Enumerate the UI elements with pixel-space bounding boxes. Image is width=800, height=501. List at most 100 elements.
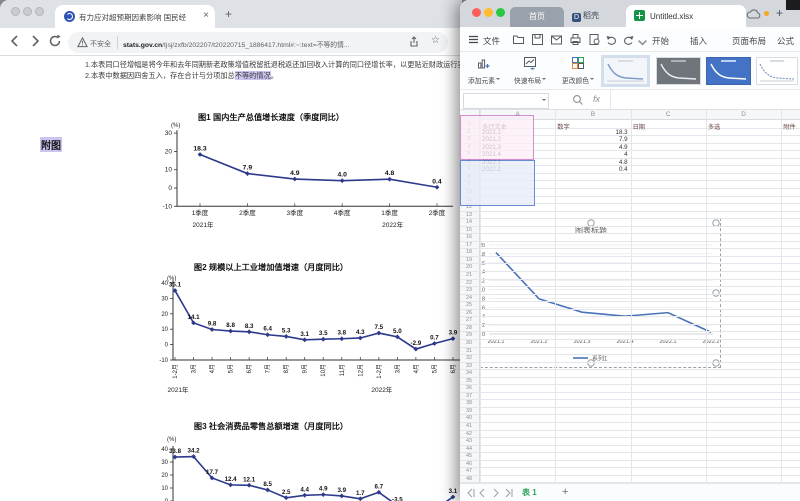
row-header-21[interactable]: 21	[460, 272, 478, 278]
menu-insert[interactable]: 插入	[690, 35, 707, 47]
row-header-34[interactable]: 34	[460, 370, 478, 376]
sheet-nav-buttons[interactable]	[466, 488, 516, 498]
hamburger-menu-icon[interactable]	[467, 33, 480, 46]
wps-docer-tab[interactable]: D 稻壳	[572, 10, 599, 27]
header-cell[interactable]: 附件	[783, 122, 800, 131]
row-header-48[interactable]: 48	[460, 476, 478, 482]
chart-style-1-selected[interactable]	[601, 55, 650, 87]
menu-formulas[interactable]: 公式	[777, 35, 794, 47]
row-header-32[interactable]: 32	[460, 355, 478, 361]
print-preview-icon[interactable]	[588, 33, 601, 46]
open-folder-icon[interactable]	[512, 33, 525, 46]
add-element-button[interactable]: 添加元素	[462, 55, 506, 87]
new-tab-button[interactable]: +	[225, 7, 232, 21]
grid-cell[interactable]: 4	[555, 151, 627, 158]
window-minimize-button[interactable]	[23, 7, 32, 16]
row-header-47[interactable]: 47	[460, 468, 478, 474]
column-header-C[interactable]: C	[631, 111, 706, 118]
row-header-42[interactable]: 42	[460, 431, 478, 437]
chart-style-4[interactable]	[756, 57, 798, 85]
name-box-dropdown-icon[interactable]	[542, 98, 546, 103]
chart-style-2[interactable]	[656, 57, 701, 85]
row-header-28[interactable]: 28	[460, 325, 478, 331]
row-header-13[interactable]: 13	[460, 212, 478, 218]
window-close-button[interactable]	[11, 7, 20, 16]
header-cell[interactable]: 多选	[708, 122, 779, 131]
row-header-15[interactable]: 15	[460, 227, 478, 233]
row-header-30[interactable]: 30	[460, 340, 478, 346]
row-header-16[interactable]: 16	[460, 234, 478, 240]
grid-cell[interactable]: 4.9	[555, 144, 628, 151]
quick-layout-button[interactable]: 快速布局	[508, 55, 552, 87]
row-header-36[interactable]: 36	[460, 385, 478, 391]
wps-home-tab[interactable]: 首页	[510, 7, 564, 27]
formula-input[interactable]	[610, 90, 800, 109]
row-header-45[interactable]: 45	[460, 453, 478, 459]
address-bar[interactable]: 不安全 stats.gov.cn/tjsj/zxfb/202207/t20220…	[68, 31, 448, 53]
grid-cell[interactable]: 7.9	[555, 136, 628, 143]
cloud-sync-icon[interactable]	[746, 8, 762, 20]
bookmark-star-icon[interactable]: ☆	[431, 35, 440, 46]
wps-new-tab-button[interactable]: +	[776, 6, 783, 20]
row-header-40[interactable]: 40	[460, 415, 478, 421]
row-header-38[interactable]: 38	[460, 400, 478, 406]
window-close-button[interactable]	[472, 8, 481, 17]
row-header-46[interactable]: 46	[460, 461, 478, 467]
row-header-33[interactable]: 33	[460, 363, 478, 369]
row-header-44[interactable]: 44	[460, 446, 478, 452]
row-header-20[interactable]: 20	[460, 264, 478, 270]
export-icon[interactable]	[550, 33, 563, 46]
row-header-27[interactable]: 27	[460, 317, 478, 323]
selection-handle[interactable]	[712, 288, 720, 297]
browser-active-tab[interactable]: 有力应对超预期因素影响 国民经 ×	[55, 5, 215, 28]
window-minimize-button[interactable]	[484, 8, 493, 17]
forward-button[interactable]	[28, 34, 42, 48]
add-sheet-button[interactable]: +	[562, 486, 568, 498]
share-icon[interactable]	[408, 36, 420, 48]
window-zoom-button[interactable]	[35, 7, 44, 16]
row-header-29[interactable]: 29	[460, 332, 478, 338]
change-colors-button[interactable]: 更改颜色	[556, 55, 600, 87]
row-header-43[interactable]: 43	[460, 438, 478, 444]
menu-page-layout[interactable]: 页面布局	[732, 35, 766, 47]
spreadsheet-grid[interactable]: ABCDE12345678910111213141516171819202122…	[460, 110, 800, 483]
chart-style-3[interactable]	[706, 57, 751, 85]
tab-close-icon[interactable]: ×	[203, 10, 209, 21]
row-header-24[interactable]: 24	[460, 295, 478, 301]
grid-cell[interactable]: 0.4	[555, 166, 628, 173]
row-header-17[interactable]: 17	[460, 242, 478, 248]
row-header-18[interactable]: 18	[460, 249, 478, 255]
undo-icon[interactable]	[605, 33, 618, 46]
row-header-31[interactable]: 31	[460, 348, 478, 354]
row-header-39[interactable]: 39	[460, 408, 478, 414]
column-header-B[interactable]: B	[555, 111, 630, 118]
column-header-E[interactable]: E	[781, 111, 800, 118]
row-header-41[interactable]: 41	[460, 423, 478, 429]
row-header-19[interactable]: 19	[460, 257, 478, 263]
selection-handle[interactable]	[712, 358, 720, 367]
row-header-37[interactable]: 37	[460, 393, 478, 399]
print-icon[interactable]	[569, 33, 582, 46]
header-cell[interactable]: 日期	[633, 122, 704, 131]
grid-cell[interactable]: 18.3	[555, 129, 628, 136]
wps-document-tab[interactable]: Untitled.xlsx	[626, 5, 746, 27]
row-header-26[interactable]: 26	[460, 310, 478, 316]
name-box[interactable]	[463, 92, 549, 109]
window-zoom-button[interactable]	[496, 8, 505, 17]
save-icon[interactable]	[531, 33, 544, 46]
back-button[interactable]	[8, 34, 22, 48]
menu-home[interactable]: 开始	[652, 35, 669, 47]
more-tools-chevron-icon[interactable]	[636, 36, 649, 49]
row-header-25[interactable]: 25	[460, 302, 478, 308]
row-header-23[interactable]: 23	[460, 287, 478, 293]
column-header-D[interactable]: D	[706, 111, 781, 118]
row-header-14[interactable]: 14	[460, 219, 478, 225]
menu-file[interactable]: 文件	[483, 35, 500, 47]
sheet-tab[interactable]: 表 1	[522, 487, 537, 498]
selection-handle[interactable]	[587, 358, 595, 367]
zoom-formula-icon[interactable]	[572, 94, 584, 106]
grid-cell[interactable]: 4.8	[555, 159, 628, 166]
row-header-22[interactable]: 22	[460, 280, 478, 286]
reload-button[interactable]	[48, 34, 62, 48]
redo-icon[interactable]	[622, 33, 635, 46]
